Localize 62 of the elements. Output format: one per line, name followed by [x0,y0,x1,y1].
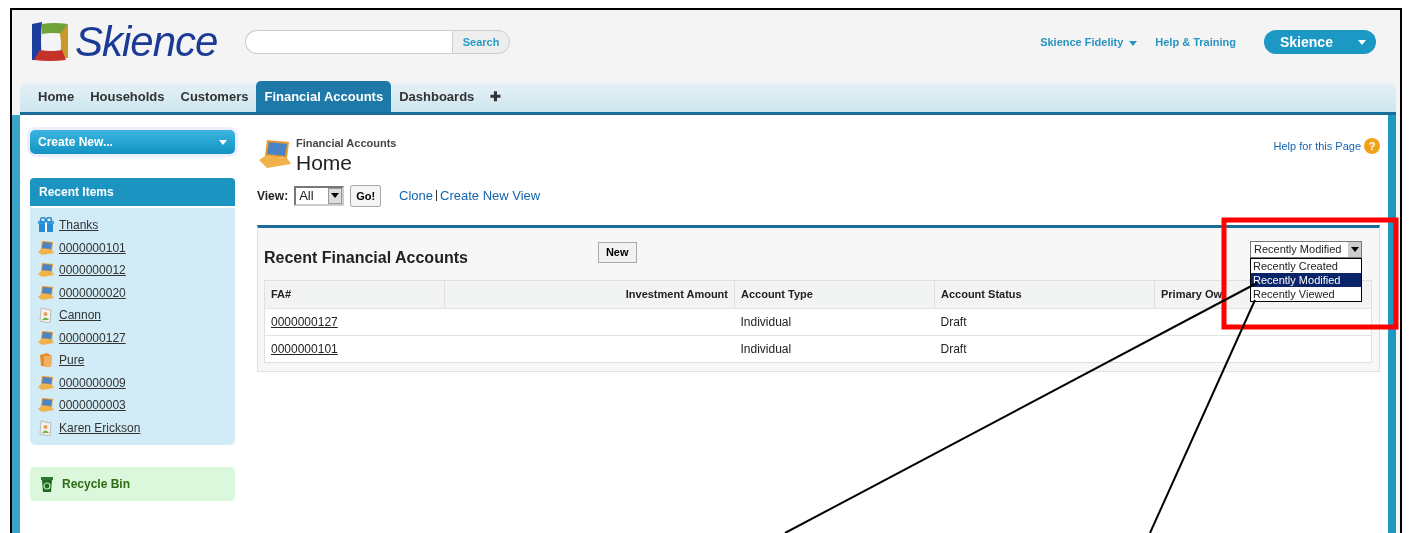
recent-item-link[interactable]: Cannon [59,306,102,325]
dropdown-option[interactable]: Recently Viewed [1251,287,1361,301]
breadcrumb: Financial Accounts [296,136,397,151]
help-link[interactable]: Help for this Page [1273,138,1361,155]
gift-icon [38,217,54,234]
recent-item-link[interactable]: Pure [59,351,85,370]
contact-card-icon [38,419,54,436]
search-field[interactable] [245,30,452,54]
new-button[interactable]: New [597,242,637,263]
table-cell: Individual [740,314,792,329]
column-header: FA# [264,280,445,308]
table-cell: Draft [940,341,967,356]
recent-item-link[interactable]: Karen Erickson [59,418,141,437]
section-title: Recent Financial Accounts [264,248,468,268]
contact-card-icon [38,307,54,324]
recent-item-link[interactable]: 0000000012 [59,261,126,280]
nav-tab[interactable]: Home [30,80,83,112]
page-title: Home [296,151,354,173]
link-separator [436,190,438,202]
table-cell: Individual [740,341,792,356]
laptop-icon [38,284,54,301]
nav-tab[interactable]: Customers [172,80,257,112]
caret-icon [1350,247,1359,252]
laptop-icon [38,397,54,414]
recent-item-link[interactable]: 0000000127 [59,328,126,347]
recent-items-header: Recent Items [30,178,235,206]
column-header: Investment Amount [444,280,735,308]
recent-item-link[interactable]: 0000000101 [59,238,126,257]
table-cell: Draft [940,314,967,329]
sort-select[interactable]: Recently Modified [1250,241,1362,258]
trash-icon [40,476,54,492]
laptop-icon [257,138,293,170]
view-label: View: [257,187,289,205]
dropdown-option[interactable]: Recently Created [1251,259,1361,273]
recycle-bin-link[interactable]: Recycle Bin [62,475,131,493]
help-icon: ? [1364,138,1380,155]
column-header: Account Status [934,280,1155,308]
nav-tab[interactable]: Dashboards [391,80,483,112]
account-link[interactable]: 0000000127 [271,314,338,329]
logo-text: Skience [75,21,218,63]
caret-icon [331,193,340,199]
laptop-icon [38,329,54,346]
recent-item-link[interactable]: Thanks [59,216,99,235]
recent-item-link[interactable]: 0000000009 [59,373,126,392]
view-link[interactable]: Create New View [440,186,541,206]
column-header: Account Type [734,280,935,308]
recent-item-link[interactable]: 0000000003 [59,396,126,415]
laptop-icon [38,262,54,279]
view-select[interactable]: All [294,185,345,206]
nav-tab[interactable]: ✚ [482,80,510,112]
laptop-icon [38,374,54,391]
nav-tab[interactable]: Financial Accounts [256,80,392,112]
caret-icon [1358,39,1366,45]
caret-icon [219,139,227,145]
laptop-icon [38,239,54,256]
folder-icon [38,352,54,369]
nav-tab[interactable]: Households [82,80,173,112]
account-link[interactable]: 0000000101 [271,341,338,356]
view-link[interactable]: Clone [399,186,434,206]
recent-item-link[interactable]: 0000000020 [59,283,126,302]
go-button[interactable]: Go! [350,184,382,207]
dropdown-option[interactable]: Recently Modified [1251,273,1361,287]
